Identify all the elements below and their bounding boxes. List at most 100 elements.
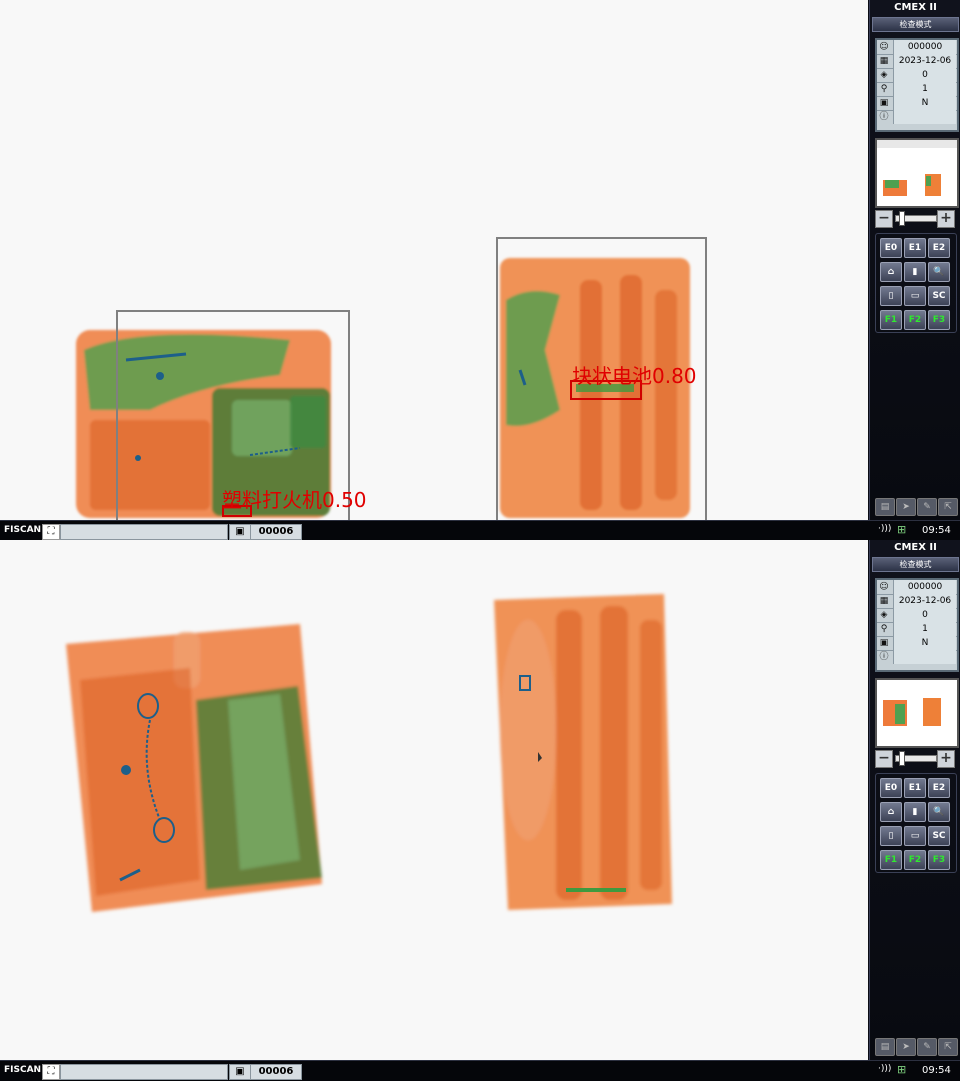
date-value: 2023-12-06 xyxy=(893,594,956,608)
fullscreen-icon[interactable]: ⛶ xyxy=(42,524,60,540)
detection-label-battery: 块状电池0.80 xyxy=(572,364,697,388)
image-thumbnail[interactable] xyxy=(875,678,959,748)
xray-viewer[interactable] xyxy=(0,540,868,1060)
screen-top: 塑料打火机0.50 块状电池0.80 CMEX II 检查模式 ☺ 000000 … xyxy=(0,0,960,541)
status-bar: FISCAN ⛶ ▣ 00006 ·))) ⊞ 09:54 xyxy=(0,1060,960,1081)
invert-icon[interactable]: ▮ xyxy=(904,262,926,282)
xray-image xyxy=(66,594,672,912)
invert-icon[interactable]: ▮ xyxy=(904,802,926,822)
xray-viewer[interactable]: 塑料打火机0.50 块状电池0.80 xyxy=(0,0,868,520)
book-icon[interactable]: ▯ xyxy=(880,826,902,846)
screen-bottom: CMEX II 检查模式 ☺ 000000 ▦ 2023-12-06 ◈ 0 ⚲ 1 ▣… xyxy=(0,540,960,1081)
zoom-out-button[interactable]: − xyxy=(875,210,893,228)
tools-icon[interactable]: ✎ xyxy=(917,498,937,516)
home-icon[interactable]: ⌂ xyxy=(880,802,902,822)
e2-button[interactable]: E2 xyxy=(928,778,950,798)
info-row-date: ▦ 2023-12-06 xyxy=(877,594,957,609)
info-row-zoom: ⚲ 1 xyxy=(877,622,957,637)
f3-button[interactable]: F3 xyxy=(928,310,950,330)
e1-button[interactable]: E1 xyxy=(904,238,926,258)
e1-button[interactable]: E1 xyxy=(904,778,926,798)
zoom-value: 1 xyxy=(893,622,956,636)
app-title: CMEX II xyxy=(894,2,937,13)
bag-count: 00006 xyxy=(250,524,302,540)
bag-icon: ▣ xyxy=(229,1064,251,1080)
home-icon[interactable]: ⌂ xyxy=(880,262,902,282)
info-row-info: ⓘ xyxy=(877,650,957,664)
bag-count: 00006 xyxy=(250,1064,302,1080)
f1-button[interactable]: F1 xyxy=(880,850,902,870)
f2-button[interactable]: F2 xyxy=(904,850,926,870)
keyboard-icon[interactable]: ▭ xyxy=(904,286,926,306)
info-row-counter: ◈ 0 xyxy=(877,68,957,83)
zoom-in-button[interactable]: + xyxy=(937,210,955,228)
control-sidebar: CMEX II 检查模式 ☺ 000000 ▦ 2023-12-06 ◈ 0 ⚲ 1 ▣… xyxy=(869,0,960,520)
app-title: CMEX II xyxy=(894,542,937,553)
info-row-zoom: ⚲ 1 xyxy=(877,82,957,97)
f1-button[interactable]: F1 xyxy=(880,310,902,330)
clock: 09:54 xyxy=(922,525,951,536)
counter-value: 0 xyxy=(893,68,956,82)
magnify-icon[interactable]: 🔍 xyxy=(928,262,950,282)
zoom-slider-handle[interactable] xyxy=(899,751,905,766)
scanner-icon: ▣ xyxy=(879,638,889,648)
status-field xyxy=(60,1064,228,1080)
info-row-info: ⓘ xyxy=(877,110,957,124)
mode-indicator[interactable]: 检查模式 xyxy=(872,557,959,572)
signal-icon: ·))) xyxy=(878,524,892,534)
info-row-scanner: ▣ N xyxy=(877,636,957,651)
save-icon[interactable]: ▤ xyxy=(875,1038,895,1056)
zoom-icon: ⚲ xyxy=(880,624,888,634)
mode-indicator[interactable]: 检查模式 xyxy=(872,17,959,32)
info-value xyxy=(893,110,956,124)
bottom-tool-row: ▤ ➤ ✎ ⇱ xyxy=(875,498,958,516)
info-row-date: ▦ 2023-12-06 xyxy=(877,54,957,69)
tools-icon[interactable]: ✎ xyxy=(917,1038,937,1056)
network-icon: ⊞ xyxy=(897,523,907,536)
status-field xyxy=(60,524,228,540)
operator-value: 000000 xyxy=(893,40,956,54)
operator-value: 000000 xyxy=(893,580,956,594)
info-value xyxy=(893,650,956,664)
forward-icon[interactable]: ➤ xyxy=(896,498,916,516)
forward-icon[interactable]: ➤ xyxy=(896,1038,916,1056)
e0-button[interactable]: E0 xyxy=(880,238,902,258)
zoom-in-button[interactable]: + xyxy=(937,750,955,768)
info-panel: ☺ 000000 ▦ 2023-12-06 ◈ 0 ⚲ 1 ▣ N ⓘ xyxy=(875,578,959,672)
zoom-out-button[interactable]: − xyxy=(875,750,893,768)
f3-button[interactable]: F3 xyxy=(928,850,950,870)
magnify-icon[interactable]: 🔍 xyxy=(928,802,950,822)
info-row-operator: ☺ 000000 xyxy=(877,40,957,55)
e0-button[interactable]: E0 xyxy=(880,778,902,798)
exit-icon[interactable]: ⇱ xyxy=(938,498,958,516)
image-thumbnail[interactable] xyxy=(875,138,959,208)
f2-button[interactable]: F2 xyxy=(904,310,926,330)
zoom-control: − + xyxy=(875,210,955,228)
counter-value: 0 xyxy=(893,608,956,622)
info-row-counter: ◈ 0 xyxy=(877,608,957,623)
zoom-control: − + xyxy=(875,750,955,768)
clock: 09:54 xyxy=(922,1065,951,1076)
zoom-slider-handle[interactable] xyxy=(899,211,905,226)
network-icon: ⊞ xyxy=(897,1063,907,1076)
detection-label-lighter: 塑料打火机0.50 xyxy=(222,488,367,512)
sc-button[interactable]: SC xyxy=(928,826,950,846)
brand-label: FISCAN xyxy=(4,1065,42,1075)
bag-icon: ▣ xyxy=(229,524,251,540)
keyboard-icon[interactable]: ▭ xyxy=(904,826,926,846)
info-icon: ⓘ xyxy=(879,112,889,122)
zoom-icon: ⚲ xyxy=(880,84,888,94)
e2-button[interactable]: E2 xyxy=(928,238,950,258)
scanner-icon: ▣ xyxy=(879,98,889,108)
scanner-value: N xyxy=(893,96,956,110)
sc-button[interactable]: SC xyxy=(928,286,950,306)
function-button-grid: E0 E1 E2 ⌂ ▮ 🔍 ▯ ▭ SC F1 F2 F3 xyxy=(875,773,957,873)
save-icon[interactable]: ▤ xyxy=(875,498,895,516)
function-button-grid: E0 E1 E2 ⌂ ▮ 🔍 ▯ ▭ SC F1 F2 F3 xyxy=(875,233,957,333)
book-icon[interactable]: ▯ xyxy=(880,286,902,306)
calendar-icon: ▦ xyxy=(879,596,889,606)
thumbnail-image xyxy=(883,698,941,726)
exit-icon[interactable]: ⇱ xyxy=(938,1038,958,1056)
fullscreen-icon[interactable]: ⛶ xyxy=(42,1064,60,1080)
info-icon: ⓘ xyxy=(879,652,889,662)
